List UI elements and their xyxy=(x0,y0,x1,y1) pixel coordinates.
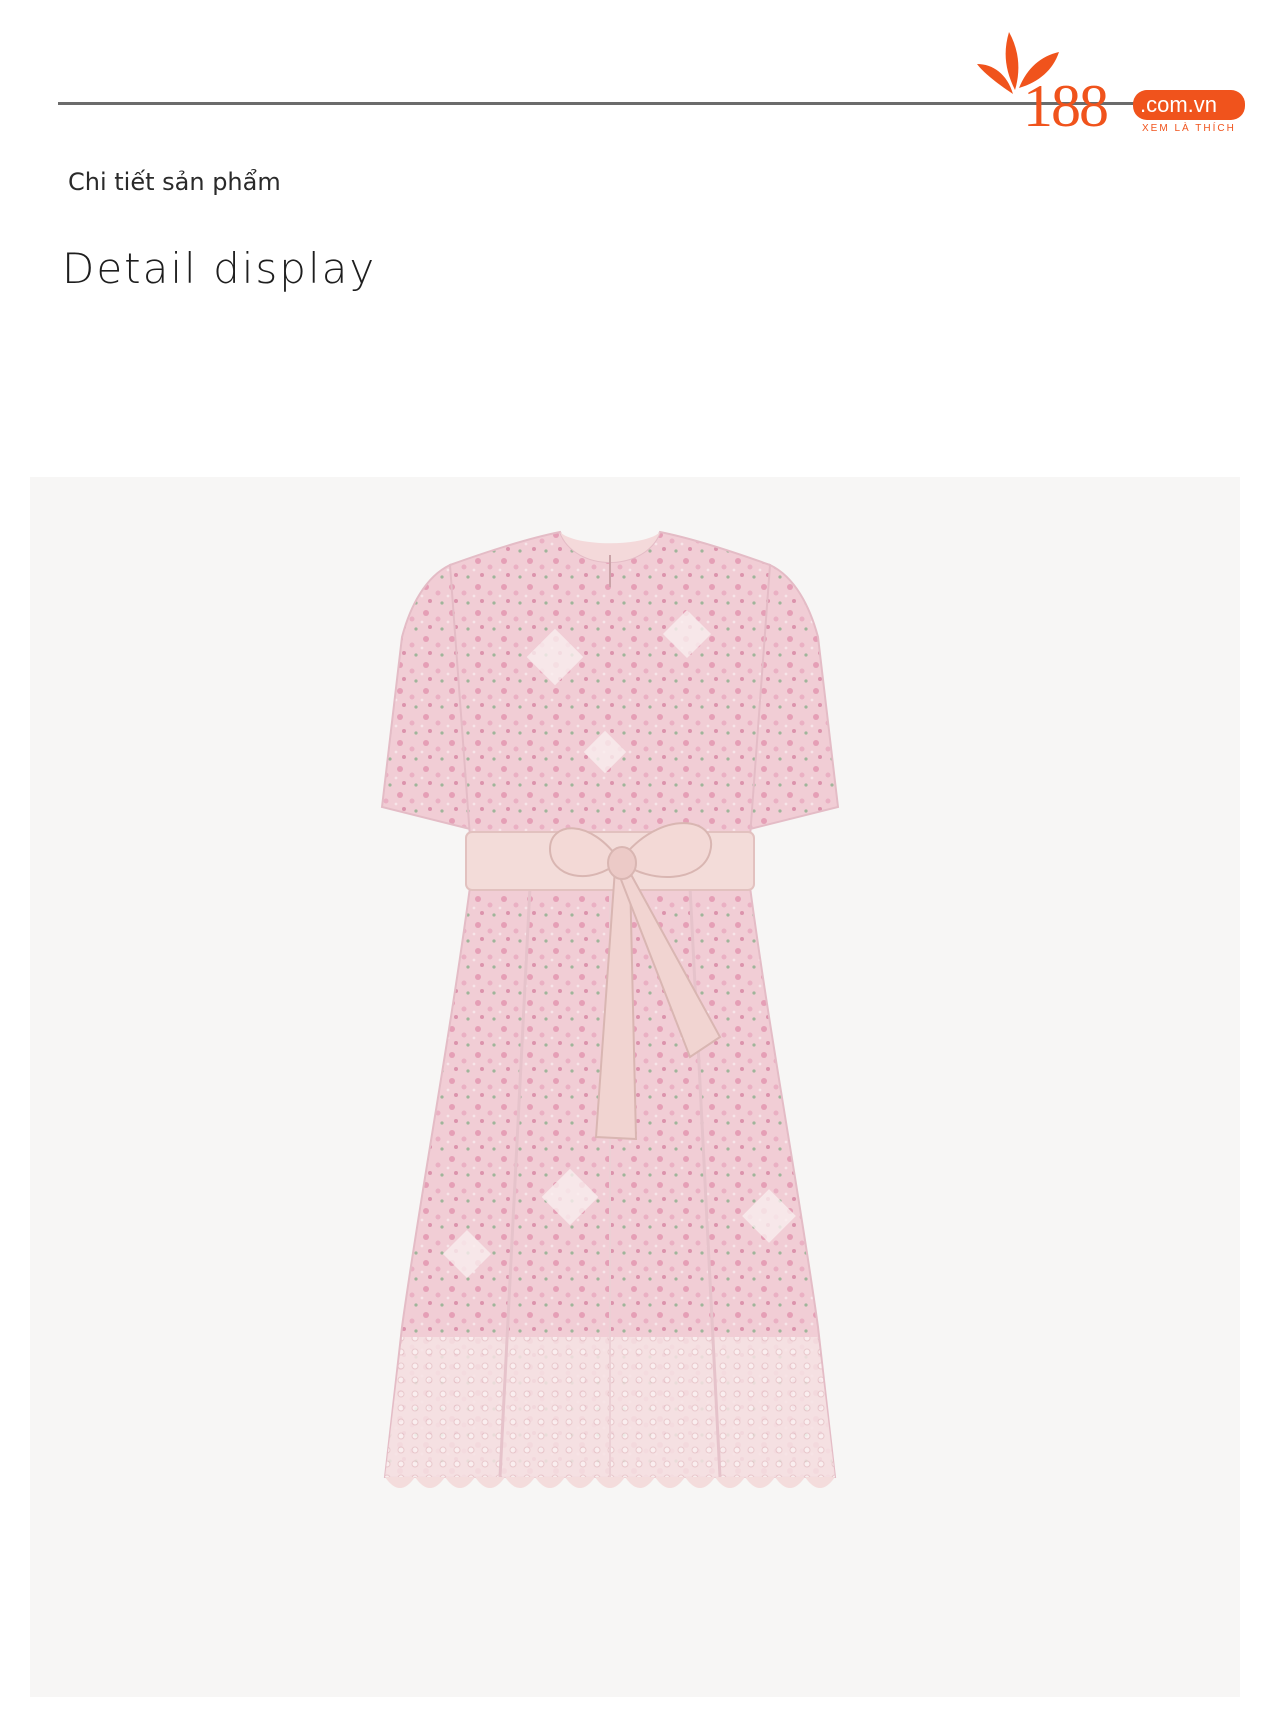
logo-tagline: XEM LÀ THÍCH xyxy=(1142,123,1236,134)
dress-illustration xyxy=(380,530,840,1488)
product-image xyxy=(30,477,1240,1697)
logo-domain: .com.vn xyxy=(1140,92,1218,117)
section-title: Detail display xyxy=(62,244,377,293)
section-subtitle: Chi tiết sản phẩm xyxy=(68,168,281,196)
brand-logo[interactable]: 188 .com.vn XEM LÀ THÍCH xyxy=(975,24,1265,139)
logo-number: 188 xyxy=(1023,73,1109,139)
